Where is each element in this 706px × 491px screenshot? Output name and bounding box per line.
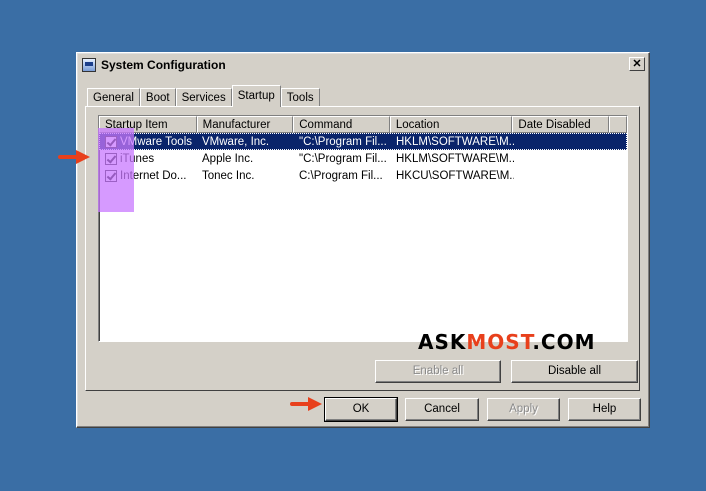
watermark-logo: ASKMOST.COM <box>418 330 596 354</box>
table-row[interactable]: VMware Tools VMware, Inc. "C:\Program Fi… <box>99 133 627 150</box>
cancel-button[interactable]: Cancel <box>405 398 479 421</box>
cell-location: HKLM\SOFTWARE\M... <box>396 135 514 148</box>
tab-boot[interactable]: Boot <box>139 88 176 106</box>
startup-list[interactable]: Startup Item Manufacturer Command Locati… <box>98 115 628 342</box>
cell-command: C:\Program Fil... <box>299 169 383 182</box>
tab-tools[interactable]: Tools <box>280 88 320 106</box>
enable-all-button[interactable]: Enable all <box>375 360 501 383</box>
cell-location: HKLM\SOFTWARE\M... <box>396 152 514 165</box>
checkbox-checked-icon[interactable] <box>105 135 117 148</box>
system-config-icon <box>82 58 96 72</box>
column-command[interactable]: Command <box>293 116 390 133</box>
window-title: System Configuration <box>101 58 226 72</box>
cell-startup-item: Internet Do... <box>99 169 197 182</box>
cell-command: "C:\Program Fil... <box>299 135 387 148</box>
checkbox-checked-icon[interactable] <box>105 169 117 182</box>
column-manufacturer[interactable]: Manufacturer <box>196 116 294 133</box>
system-configuration-window: System Configuration ✕ General Boot Serv… <box>76 52 650 428</box>
cell-command: "C:\Program Fil... <box>299 152 387 165</box>
apply-button[interactable]: Apply <box>487 398 560 421</box>
cell-manufacturer: VMware, Inc. <box>202 135 270 148</box>
cell-startup-item: iTunes <box>99 152 197 165</box>
cell-manufacturer: Tonec Inc. <box>202 169 255 182</box>
table-row[interactable]: iTunes Apple Inc. "C:\Program Fil... HKL… <box>99 150 627 167</box>
disable-all-button[interactable]: Disable all <box>511 360 638 383</box>
cell-startup-item: VMware Tools <box>99 135 197 148</box>
tab-strip: General Boot Services Startup Tools <box>87 84 320 107</box>
tab-general[interactable]: General <box>87 88 140 106</box>
column-filler <box>609 116 627 133</box>
help-button[interactable]: Help <box>568 398 641 421</box>
table-row[interactable]: Internet Do... Tonec Inc. C:\Program Fil… <box>99 167 627 184</box>
list-header: Startup Item Manufacturer Command Locati… <box>99 116 627 133</box>
red-arrow-icon <box>290 397 324 411</box>
cell-manufacturer: Apple Inc. <box>202 152 254 165</box>
item-label: Internet Do... <box>120 169 187 182</box>
desktop: { "window": { "title": "System Configura… <box>0 0 706 491</box>
ok-button[interactable]: OK <box>324 397 398 422</box>
tab-startup[interactable]: Startup <box>231 85 281 107</box>
column-startup-item[interactable]: Startup Item <box>99 116 197 133</box>
column-location[interactable]: Location <box>389 116 513 133</box>
item-label: iTunes <box>120 152 155 165</box>
item-label: VMware Tools <box>120 135 193 148</box>
tab-services[interactable]: Services <box>175 88 232 106</box>
title-bar[interactable]: System Configuration ✕ <box>79 55 647 75</box>
close-button[interactable]: ✕ <box>629 57 645 71</box>
checkbox-checked-icon[interactable] <box>105 152 117 165</box>
column-date-disabled[interactable]: Date Disabled <box>512 116 610 133</box>
red-arrow-icon <box>58 150 92 164</box>
cell-location: HKCU\SOFTWARE\M... <box>396 169 514 182</box>
